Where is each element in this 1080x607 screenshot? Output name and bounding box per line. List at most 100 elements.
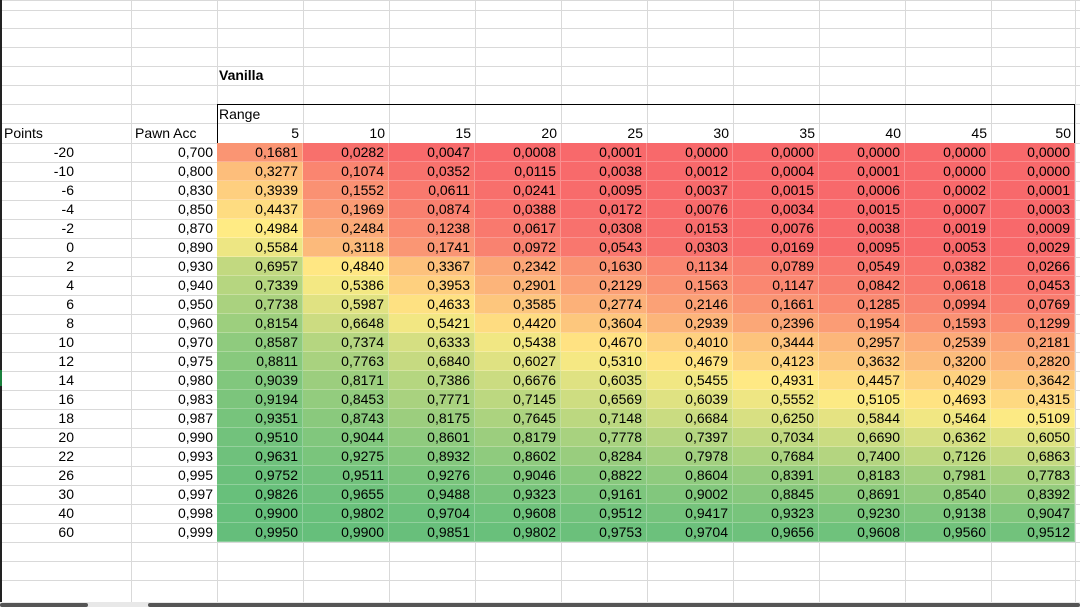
probability-cell[interactable]: 0,9608 [819,523,905,542]
range-header-40[interactable]: 40 [819,124,905,143]
points-cell[interactable]: -10 [0,162,78,181]
probability-cell[interactable]: 0,5844 [819,409,905,428]
probability-cell[interactable]: 0,0115 [475,162,561,181]
probability-cell[interactable]: 0,9560 [905,523,991,542]
probability-cell[interactable]: 0,1074 [303,162,389,181]
probability-cell[interactable]: 0,4840 [303,257,389,276]
pawn-acc-cell[interactable]: 0,950 [131,295,217,314]
probability-cell[interactable]: 0,5438 [475,333,561,352]
probability-cell[interactable]: 0,8587 [217,333,303,352]
probability-cell[interactable]: 0,0002 [905,181,991,200]
points-cell[interactable]: -6 [0,181,78,200]
probability-cell[interactable]: 0,9488 [389,485,475,504]
points-cell[interactable]: -2 [0,219,78,238]
probability-cell[interactable]: 0,9752 [217,466,303,485]
probability-cell[interactable]: 0,8540 [905,485,991,504]
probability-cell[interactable]: 0,6676 [475,371,561,390]
probability-cell[interactable]: 0,4633 [389,295,475,314]
probability-cell[interactable]: 0,1563 [647,276,733,295]
pawn-acc-cell[interactable]: 0,993 [131,447,217,466]
points-cell[interactable]: 2 [0,257,78,276]
probability-cell[interactable]: 0,5109 [991,409,1075,428]
points-cell[interactable]: 10 [0,333,78,352]
probability-cell[interactable]: 0,9656 [733,523,819,542]
probability-cell[interactable]: 0,0000 [991,162,1075,181]
probability-cell[interactable]: 0,9276 [389,466,475,485]
probability-cell[interactable]: 0,0617 [475,219,561,238]
pawn-acc-cell[interactable]: 0,960 [131,314,217,333]
probability-cell[interactable]: 0,9753 [561,523,647,542]
probability-cell[interactable]: 0,0994 [905,295,991,314]
probability-cell[interactable]: 0,9512 [561,504,647,523]
probability-cell[interactable]: 0,1661 [733,295,819,314]
probability-cell[interactable]: 0,8179 [475,428,561,447]
probability-cell[interactable]: 0,7778 [561,428,647,447]
probability-cell[interactable]: 0,1681 [217,143,303,162]
probability-cell[interactable]: 0,6050 [991,428,1075,447]
probability-cell[interactable]: 0,0001 [561,143,647,162]
probability-cell[interactable]: 0,0029 [991,238,1075,257]
range-header-15[interactable]: 15 [389,124,475,143]
probability-cell[interactable]: 0,0000 [733,143,819,162]
probability-cell[interactable]: 0,7763 [303,352,389,371]
probability-cell[interactable]: 0,7771 [389,390,475,409]
probability-cell[interactable]: 0,6035 [561,371,647,390]
probability-cell[interactable]: 0,6840 [389,352,475,371]
pawn-acc-cell[interactable]: 0,940 [131,276,217,295]
probability-cell[interactable]: 0,7981 [905,466,991,485]
probability-cell[interactable]: 0,0012 [647,162,733,181]
probability-cell[interactable]: 0,7397 [647,428,733,447]
probability-cell[interactable]: 0,0153 [647,219,733,238]
probability-cell[interactable]: 0,0001 [819,162,905,181]
probability-cell[interactable]: 0,5987 [303,295,389,314]
pawn-acc-cell[interactable]: 0,870 [131,219,217,238]
probability-cell[interactable]: 0,7339 [217,276,303,295]
probability-cell[interactable]: 0,7126 [905,447,991,466]
probability-cell[interactable]: 0,8175 [389,409,475,428]
range-header-30[interactable]: 30 [647,124,733,143]
probability-cell[interactable]: 0,2957 [819,333,905,352]
probability-cell[interactable]: 0,9039 [217,371,303,390]
probability-cell[interactable]: 0,0053 [905,238,991,257]
probability-cell[interactable]: 0,2901 [475,276,561,295]
probability-cell[interactable]: 0,0266 [991,257,1075,276]
probability-cell[interactable]: 0,1134 [647,257,733,276]
probability-cell[interactable]: 0,2484 [303,219,389,238]
sheet-tab-scroll-thumb[interactable] [0,603,88,607]
pawn-acc-cell[interactable]: 0,975 [131,352,217,371]
probability-cell[interactable]: 0,6039 [647,390,733,409]
range-header-5[interactable]: 5 [217,124,303,143]
probability-cell[interactable]: 0,7783 [991,466,1075,485]
probability-cell[interactable]: 0,0352 [389,162,475,181]
probability-cell[interactable]: 0,0308 [561,219,647,238]
probability-cell[interactable]: 0,9046 [475,466,561,485]
probability-cell[interactable]: 0,5386 [303,276,389,295]
pawn-acc-cell[interactable]: 0,998 [131,504,217,523]
probability-cell[interactable]: 0,5464 [905,409,991,428]
probability-cell[interactable]: 0,0038 [819,219,905,238]
probability-cell[interactable]: 0,0003 [991,200,1075,219]
probability-cell[interactable]: 0,1147 [733,276,819,295]
range-header-10[interactable]: 10 [303,124,389,143]
probability-cell[interactable]: 0,0842 [819,276,905,295]
probability-cell[interactable]: 0,0004 [733,162,819,181]
pawn-acc-cell[interactable]: 0,890 [131,238,217,257]
range-header-50[interactable]: 50 [991,124,1075,143]
pawn-acc-cell[interactable]: 0,850 [131,200,217,219]
probability-cell[interactable]: 0,5105 [819,390,905,409]
probability-cell[interactable]: 0,6684 [647,409,733,428]
range-header-35[interactable]: 35 [733,124,819,143]
probability-cell[interactable]: 0,8822 [561,466,647,485]
probability-cell[interactable]: 0,6333 [389,333,475,352]
pawn-acc-cell[interactable]: 0,830 [131,181,217,200]
probability-cell[interactable]: 0,0009 [991,219,1075,238]
probability-cell[interactable]: 0,0038 [561,162,647,181]
pawn-acc-cell[interactable]: 0,800 [131,162,217,181]
probability-cell[interactable]: 0,8845 [733,485,819,504]
probability-cell[interactable]: 0,3939 [217,181,303,200]
probability-cell[interactable]: 0,1741 [389,238,475,257]
probability-cell[interactable]: 0,3632 [819,352,905,371]
probability-cell[interactable]: 0,4693 [905,390,991,409]
probability-cell[interactable]: 0,0241 [475,181,561,200]
probability-cell[interactable]: 0,9512 [991,523,1075,542]
